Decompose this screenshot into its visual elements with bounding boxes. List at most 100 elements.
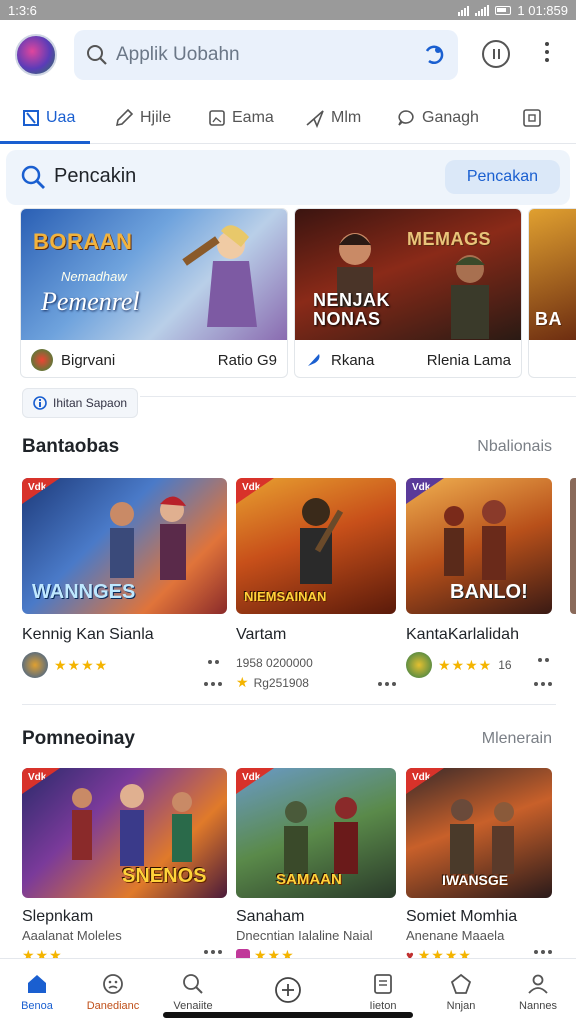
chat-icon xyxy=(398,110,414,126)
section-header: Bantaobas Nbalionais xyxy=(22,436,552,458)
banner-card[interactable]: MEMAGS NENJAK NONAS Rkana Rlenia Lama xyxy=(294,208,522,378)
card-more-icon[interactable] xyxy=(208,660,219,664)
avatar[interactable] xyxy=(15,34,57,76)
game-logo: IWANSGE xyxy=(442,872,509,888)
nav-label: Iieton xyxy=(369,1000,397,1012)
search-icon xyxy=(87,45,107,65)
search-section: Pencakin Pencakan xyxy=(6,150,570,205)
search-section-label: Pencakin xyxy=(54,165,137,187)
banner-footer: Rkana Rlenia Lama xyxy=(295,341,521,377)
game-subtitle: Anenane Maaela xyxy=(406,928,505,943)
status-icons: 1 01:859 xyxy=(458,3,568,18)
card-options-icon[interactable] xyxy=(204,950,222,954)
banner-art: BORAAN Nemadhaw Pemenrel xyxy=(21,209,287,340)
game-title: Sanaham xyxy=(236,908,305,925)
nav-item-face[interactable]: Danedianc xyxy=(78,959,148,1025)
more-menu-icon[interactable] xyxy=(545,42,549,62)
nav-item-pentagon[interactable]: Nnjan xyxy=(426,959,496,1025)
game-art: Vdk NIEMSAINAN xyxy=(236,478,396,614)
search-section-button[interactable]: Pencakan xyxy=(444,160,560,194)
search-input[interactable]: Applik Uobahn xyxy=(116,44,240,66)
status-bar: 1:3:6 1 01:859 xyxy=(0,0,576,20)
nav-item-profile[interactable]: Nannes xyxy=(503,959,573,1025)
game-card[interactable]: Vdk IWANSGE Somiet Momhia Anenane Maaela… xyxy=(406,768,552,964)
tab-more[interactable] xyxy=(522,92,542,144)
app-icon xyxy=(23,110,39,126)
image-icon xyxy=(209,110,225,126)
soldiers-figure-icon xyxy=(284,797,358,874)
game-stat: 16 xyxy=(498,658,512,672)
filter-chip[interactable]: Ihitan Sapaon xyxy=(22,388,139,418)
rating-stars: ★ xyxy=(236,674,250,690)
search-icon xyxy=(183,974,203,994)
game-logo: WANNGES xyxy=(32,581,136,603)
document-icon xyxy=(374,974,392,994)
tab-uaa[interactable]: Uaa xyxy=(22,92,75,144)
tab-label: Mlm xyxy=(331,109,362,126)
banner-footer-right: Ratio G9 xyxy=(217,351,277,369)
game-stat: Rg251908 xyxy=(253,675,309,690)
battery-icon xyxy=(495,5,512,15)
hero-figure-icon xyxy=(182,225,257,327)
pause-button[interactable] xyxy=(482,40,510,68)
game-title: Kennig Kan Sianla xyxy=(22,626,154,643)
square-icon xyxy=(523,109,541,127)
tab-hjile[interactable]: Hjile xyxy=(114,92,171,144)
game-art: Vdk WANNGES xyxy=(22,478,227,614)
card-more-icon[interactable] xyxy=(538,658,549,662)
tab-label: Eama xyxy=(232,109,274,126)
banner-card[interactable]: BORAAN Nemadhaw Pemenrel Bigrvani Ratio … xyxy=(20,208,288,378)
card-options-icon[interactable] xyxy=(534,682,552,686)
game-title: KantaKarlalidah xyxy=(406,626,519,643)
tab-eama[interactable]: Eama xyxy=(208,92,274,144)
search-bar[interactable]: Applik Uobahn xyxy=(74,30,458,80)
tab-label: Hjile xyxy=(140,109,172,126)
featured-carousel[interactable]: BORAAN Nemadhaw Pemenrel Bigrvani Ratio … xyxy=(20,208,576,380)
game-card[interactable]: Vdk WANNGES Kennig Kan Sianla ★★★★ xyxy=(22,478,227,686)
game-meta: ★★★★ xyxy=(22,652,227,678)
lens-icon[interactable] xyxy=(422,43,446,67)
banner-art: BA xyxy=(529,209,576,340)
status-time: 1:3:6 xyxy=(8,2,37,18)
tab-ganagh[interactable]: Ganagh xyxy=(396,92,479,144)
section-more-link[interactable]: Mlenerain xyxy=(482,730,552,748)
home-indicator[interactable] xyxy=(163,1012,413,1018)
feather-icon xyxy=(308,354,320,366)
section-title: Bantaobas xyxy=(22,436,120,457)
game-meta: ★ Rg251908 xyxy=(236,674,396,691)
nav-item-home[interactable]: Benoa xyxy=(2,959,72,1025)
tab-indicator xyxy=(0,141,90,144)
banner-card[interactable]: BA xyxy=(528,208,576,378)
section-more-link[interactable]: Nbalionais xyxy=(477,438,552,456)
soldiers-figure-icon xyxy=(450,799,514,874)
game-card[interactable]: Vdk BANLO! KantaKarlalidah ★★★★ 16 xyxy=(406,478,552,686)
card-options-icon[interactable] xyxy=(378,682,396,686)
banner-small-text: Nemadhaw xyxy=(61,269,127,284)
game-art: Vdk SAMAAN xyxy=(236,768,396,898)
game-stat: 1958 0200000 xyxy=(236,656,313,670)
card-options-icon[interactable] xyxy=(204,682,222,686)
home-icon xyxy=(28,975,46,993)
game-card[interactable]: Vdk NIEMSAINAN Vartam 1958 0200000 ★ Rg2… xyxy=(236,478,396,691)
heroes-figure-icon xyxy=(72,784,192,866)
soldier-figure-icon xyxy=(451,255,489,339)
card-options-icon[interactable] xyxy=(534,950,552,954)
game-card[interactable]: Vdk SAMAAN Sanaham Dnecntian Ialaline Na… xyxy=(236,768,396,964)
search-icon xyxy=(21,165,45,189)
soldiers-figure-icon xyxy=(444,500,506,580)
nav-label: Benoa xyxy=(21,1000,53,1012)
banner-art: MEMAGS NENJAK NONAS xyxy=(295,209,521,340)
send-icon xyxy=(306,110,324,128)
game-card[interactable]: Vdk SNENOS Slepnkam Aaalanat Moleles ★★★ xyxy=(22,768,227,964)
card-peek xyxy=(570,478,576,614)
game-icon xyxy=(22,652,48,678)
game-logo: SAMAAN xyxy=(276,871,342,888)
tab-mlm[interactable]: Mlm xyxy=(305,92,361,144)
top-bar: Applik Uobahn xyxy=(0,26,576,86)
tab-bar: Uaa Hjile Eama Mlm Ganagh xyxy=(0,92,576,144)
heroes-figure-icon xyxy=(110,496,186,580)
nav-label: Danedianc xyxy=(86,1000,140,1012)
game-subtitle: Aaalanat Moleles xyxy=(22,928,122,943)
banner-title: BORAAN xyxy=(33,229,133,254)
game-title: Vartam xyxy=(236,626,287,643)
